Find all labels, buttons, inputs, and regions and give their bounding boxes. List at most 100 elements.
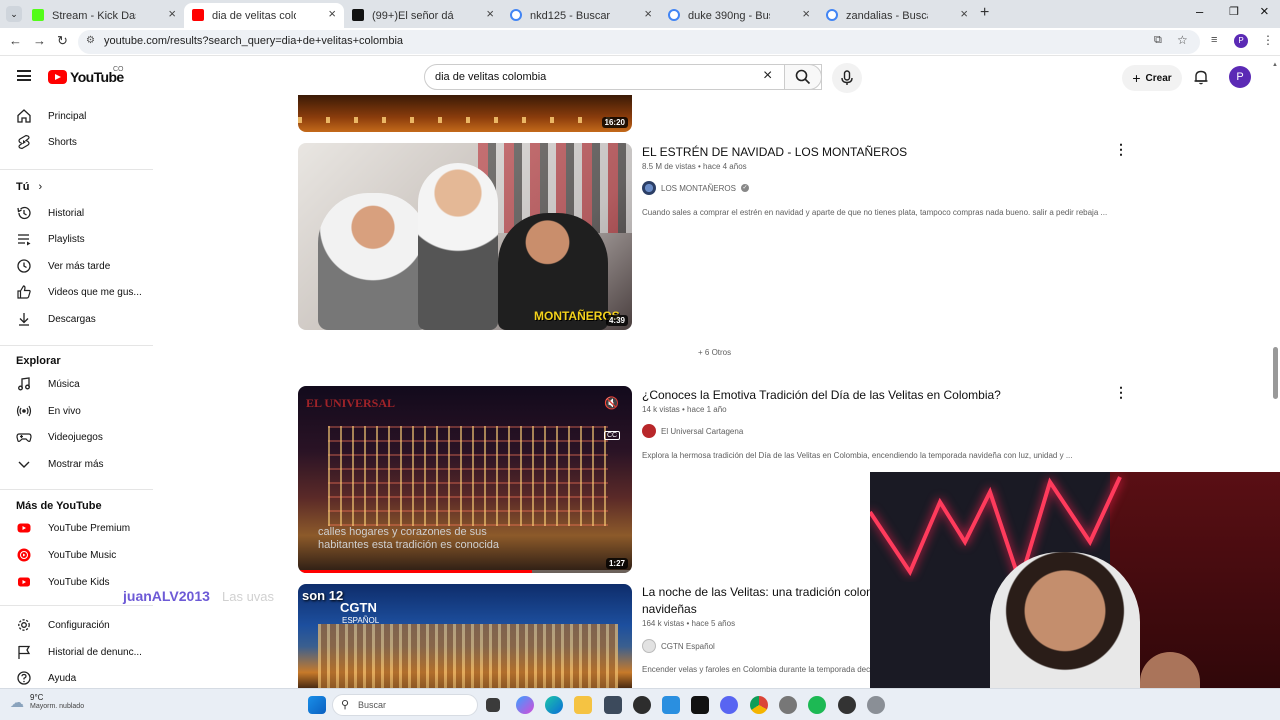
spotify-icon[interactable]: [808, 696, 826, 714]
forward-icon[interactable]: →: [33, 33, 46, 48]
video-thumbnail-estren[interactable]: MONTAÑEROS 4:39: [298, 143, 632, 330]
channel-link[interactable]: LOS MONTAÑEROS ✓: [642, 181, 749, 195]
sidebar-section-you[interactable]: Tú ›: [16, 181, 42, 193]
weather-widget[interactable]: ☁ 9°C Mayorm. nublado: [10, 693, 84, 711]
reload-icon[interactable]: ↻: [57, 33, 68, 49]
edge-browser-icon[interactable]: [545, 696, 563, 714]
system-settings-icon[interactable]: [867, 696, 885, 714]
hamburger-menu-icon[interactable]: [17, 70, 31, 81]
cube-app-icon[interactable]: [604, 696, 622, 714]
sidebar-section-more: Más de YouTube: [16, 500, 102, 512]
voice-search-button[interactable]: [832, 63, 862, 93]
task-view-icon[interactable]: [486, 698, 500, 712]
browser-tab-kick[interactable]: Stream - Kick Dashboard ×: [24, 3, 184, 28]
bookmark-star-icon[interactable]: ☆: [1177, 33, 1188, 47]
create-button[interactable]: + Crear: [1122, 65, 1182, 91]
close-tab-icon[interactable]: ×: [960, 6, 968, 21]
account-avatar[interactable]: P: [1229, 66, 1251, 88]
browser-menu-icon[interactable]: ⋮: [1262, 33, 1274, 47]
tab-list-button[interactable]: ⌄: [6, 6, 22, 22]
sidebar-item-descargas[interactable]: Descargas: [0, 306, 155, 332]
sidebar-item-label: Ayuda: [48, 673, 77, 684]
video-thumbnail-velitas-universal[interactable]: EL UNIVERSAL 🔇 CC calles hogares y coraz…: [298, 386, 632, 573]
sidebar-item-en-vivo[interactable]: En vivo: [0, 398, 155, 424]
sidebar-item-principal[interactable]: Principal: [0, 103, 155, 129]
copilot-icon[interactable]: [516, 696, 534, 714]
sidebar-item-youtube-music[interactable]: YouTube Music: [0, 542, 155, 568]
media-controls-icon[interactable]: ≡: [1211, 34, 1217, 46]
tiktok-app-icon[interactable]: [691, 696, 709, 714]
clear-search-icon[interactable]: ×: [763, 67, 772, 85]
settings-app-icon[interactable]: [779, 696, 797, 714]
mute-icon[interactable]: 🔇: [604, 396, 619, 410]
files-app-icon[interactable]: [662, 696, 680, 714]
chrome-icon[interactable]: [750, 696, 768, 714]
video-title[interactable]: ¿Conoces la Emotiva Tradición del Día de…: [642, 388, 1001, 402]
taskbar-search-box[interactable]: ⚲ Buscar: [332, 694, 478, 716]
browser-tab-google-1[interactable]: nkd125 - Buscar con Google ×: [502, 3, 660, 28]
sidebar-item-youtube-premium[interactable]: YouTube Premium: [0, 515, 155, 541]
close-window-button[interactable]: ×: [1260, 3, 1269, 20]
recording-app-icon[interactable]: [838, 696, 856, 714]
minimize-button[interactable]: –: [1196, 4, 1203, 19]
webcam-overlay: [870, 472, 1280, 720]
video-thumbnail-cgtn[interactable]: CGTN ESPAÑOL: [298, 584, 632, 688]
new-tab-button[interactable]: +: [980, 4, 989, 22]
close-tab-icon[interactable]: ×: [802, 6, 810, 21]
sidebar-item-mostrar-mas[interactable]: Mostrar más: [0, 451, 155, 477]
more-results-link[interactable]: + 6 Otros: [698, 348, 731, 357]
browser-tab-google-3[interactable]: zandalias - Buscar con Google ×: [818, 3, 976, 28]
channel-link[interactable]: CGTN Español: [642, 639, 715, 653]
close-tab-icon[interactable]: ×: [486, 6, 494, 21]
close-tab-icon[interactable]: ×: [168, 6, 176, 21]
sidebar-item-historial-denuncias[interactable]: Historial de denunc...: [0, 639, 155, 665]
video-options-icon[interactable]: ⋮: [1114, 384, 1128, 401]
sidebar-item-playlists[interactable]: Playlists: [0, 226, 155, 252]
search-input[interactable]: dia de velitas colombia: [435, 71, 546, 83]
yt-kids-icon: [18, 577, 30, 587]
windows-start-icon[interactable]: [308, 696, 326, 714]
obs-studio-icon[interactable]: [633, 696, 651, 714]
sidebar-item-label: Configuración: [48, 620, 110, 631]
video-thumbnail-previous[interactable]: 16:20: [298, 95, 632, 132]
sidebar-item-historial[interactable]: Historial: [0, 200, 155, 226]
video-progress-bar[interactable]: [298, 570, 632, 573]
download-icon: [19, 313, 29, 326]
sidebar-item-shorts[interactable]: Shorts: [0, 129, 155, 155]
sidebar-item-label: Mostrar más: [48, 459, 104, 470]
youtube-header: YouTube CO dia de velitas colombia × + C…: [0, 57, 1280, 95]
search-button[interactable]: [784, 64, 822, 90]
browser-tab-tiktok[interactable]: (99+)El señor dándola toda jaja ×: [344, 3, 502, 28]
scroll-up-arrow-icon[interactable]: ▲: [1272, 62, 1278, 68]
video-description: Encender velas y faroles en Colombia dur…: [642, 665, 900, 674]
notifications-bell-icon[interactable]: [1193, 69, 1209, 85]
scrollbar-thumb[interactable]: [1273, 347, 1278, 399]
sidebar-item-ver-mas-tarde[interactable]: Ver más tarde: [0, 253, 155, 279]
chevron-right-icon: ›: [38, 181, 43, 193]
search-field[interactable]: dia de velitas colombia ×: [424, 64, 822, 90]
browser-tab-youtube[interactable]: dia de velitas colombia - YouTube ×: [184, 3, 344, 28]
sidebar-item-musica[interactable]: Música: [0, 371, 155, 397]
url-text[interactable]: youtube.com/results?search_query=dia+de+…: [104, 35, 403, 47]
close-tab-icon[interactable]: ×: [328, 6, 336, 21]
site-info-icon[interactable]: ⚙: [86, 35, 95, 46]
sidebar-item-configuracion[interactable]: Configuración: [0, 612, 155, 638]
maximize-button[interactable]: ❐: [1229, 5, 1239, 18]
captions-button[interactable]: CC: [604, 431, 621, 440]
discord-icon[interactable]: [720, 696, 738, 714]
address-bar[interactable]: ⚙ youtube.com/results?search_query=dia+d…: [78, 30, 1200, 54]
tab-label: zandalias - Buscar con Google: [846, 9, 928, 22]
video-options-icon[interactable]: ⋮: [1114, 141, 1128, 158]
profile-avatar[interactable]: P: [1234, 34, 1248, 48]
video-title[interactable]: EL ESTRÉN DE NAVIDAD - LOS MONTAÑEROS: [642, 145, 907, 159]
back-icon[interactable]: ←: [9, 33, 22, 48]
file-explorer-icon[interactable]: [574, 696, 592, 714]
close-tab-icon[interactable]: ×: [644, 6, 652, 21]
verified-check-icon: ✓: [740, 184, 749, 192]
sidebar-item-videojuegos[interactable]: Videojuegos: [0, 424, 155, 450]
video-title[interactable]: La noche de las Velitas: una tradición c…: [642, 585, 906, 599]
install-app-icon[interactable]: ⧉: [1154, 34, 1162, 47]
browser-tab-google-2[interactable]: duke 390ng - Buscar con Google ×: [660, 3, 818, 28]
sidebar-item-liked-videos[interactable]: Videos que me gus...: [0, 279, 155, 305]
channel-link[interactable]: El Universal Cartagena: [642, 424, 743, 438]
